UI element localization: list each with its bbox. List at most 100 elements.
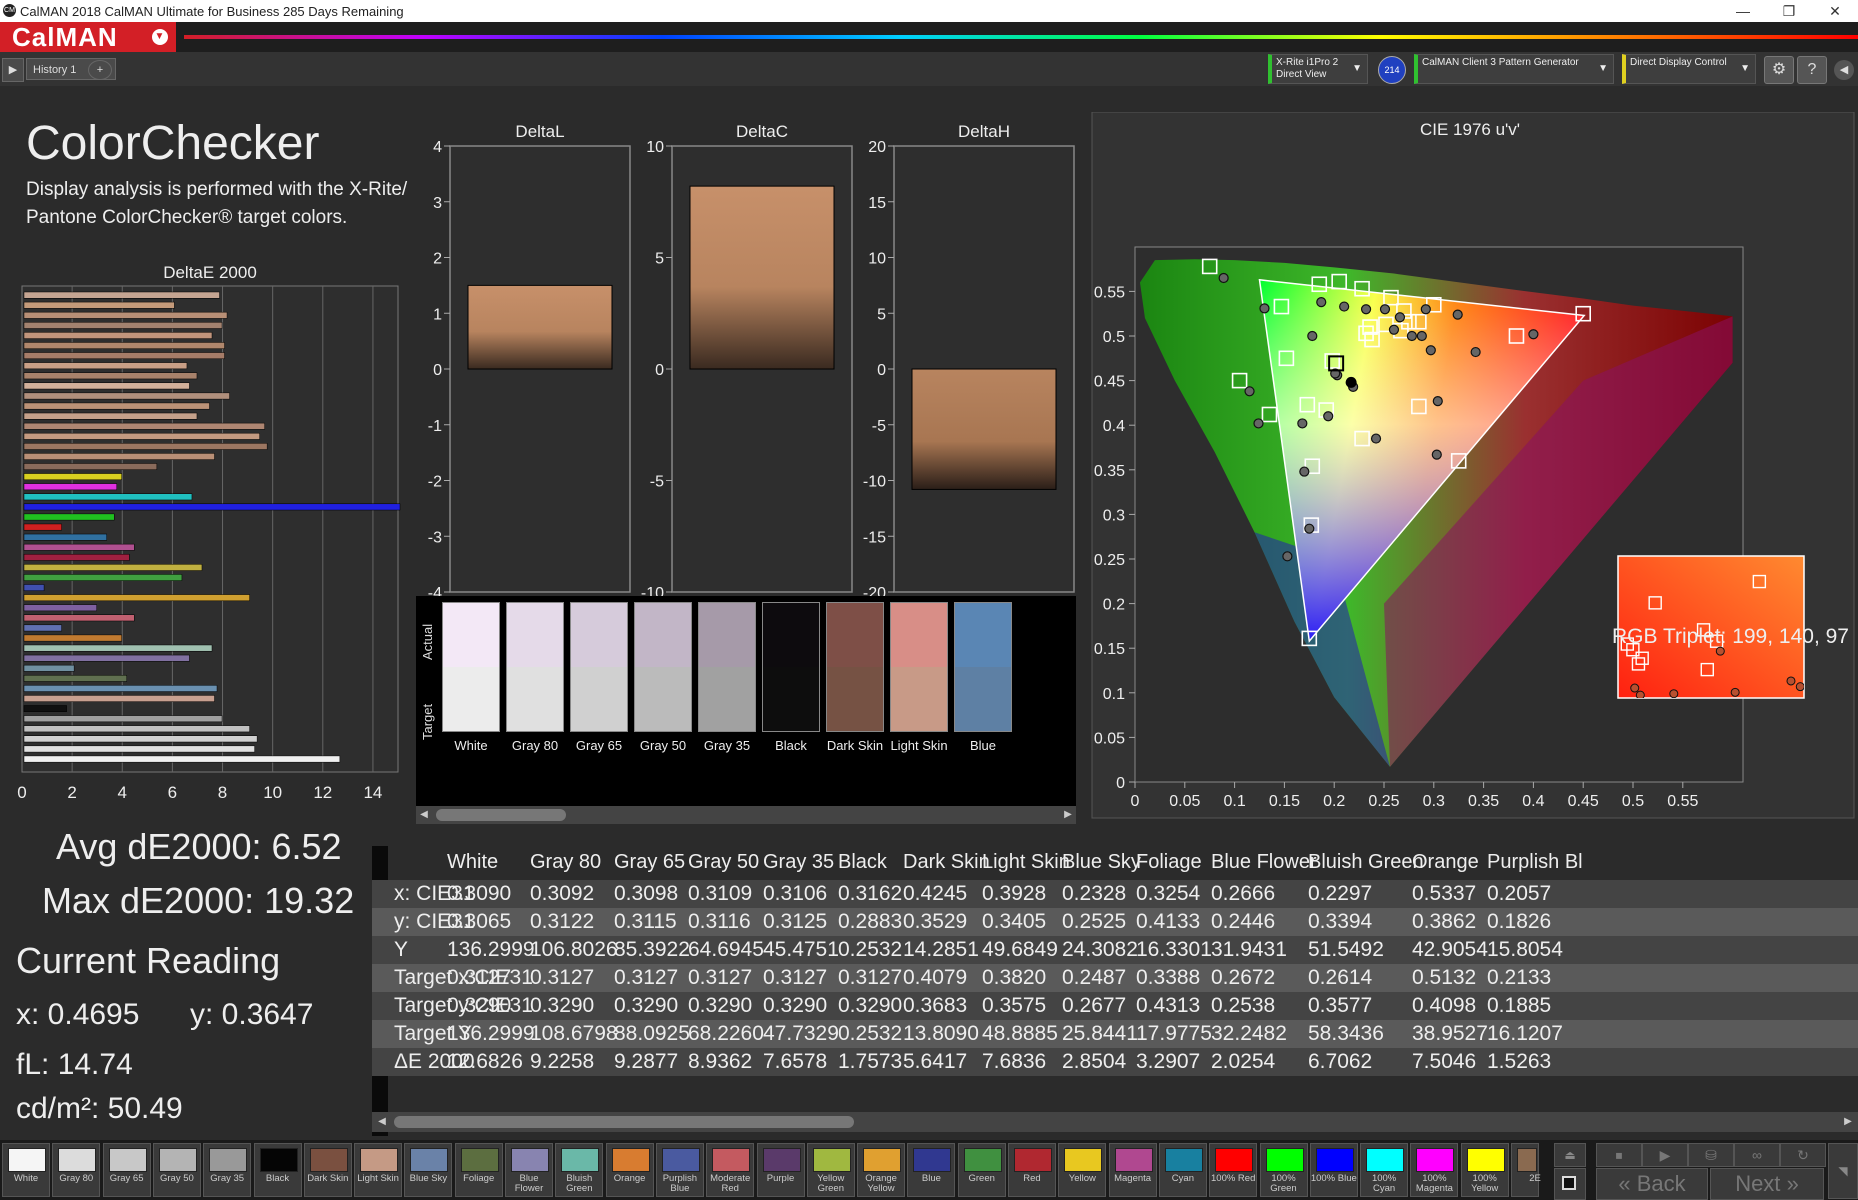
step-swatch[interactable]: Gray 35 [203, 1143, 252, 1197]
step-swatch[interactable]: Blue [907, 1143, 956, 1197]
step-swatch[interactable]: Foliage [454, 1143, 503, 1197]
gear-icon[interactable]: ⚙ [1764, 56, 1794, 84]
column-header: Gray 65 [614, 851, 686, 873]
comparison-swatch[interactable] [890, 602, 948, 732]
step-swatch[interactable]: Purplish Blue [655, 1143, 704, 1197]
step-swatch[interactable]: 100% Cyan [1360, 1143, 1409, 1197]
inset-actual-marker [1635, 690, 1645, 698]
scroll-right-icon[interactable]: ▶ [1840, 1112, 1856, 1132]
scroll-thumb[interactable] [394, 1116, 854, 1128]
comparison-swatch[interactable] [634, 602, 692, 732]
table-cell: 45.4751 [763, 938, 839, 961]
step-swatch[interactable]: 2E [1511, 1143, 1541, 1197]
meter-selector[interactable]: X-Rite i1Pro 2 Direct View ▼ [1268, 54, 1368, 84]
table-row: Y 136.2999 106.8026 85.3922 64.6945 45.4751 0.… [372, 936, 1858, 964]
step-swatch[interactable]: White [2, 1143, 50, 1197]
step-swatch[interactable]: Gray 65 [102, 1143, 151, 1197]
scroll-right-icon[interactable]: ▶ [1060, 806, 1076, 824]
step-swatch[interactable]: 100% Green [1259, 1143, 1308, 1197]
step-label: 100% Green [1270, 1173, 1297, 1194]
step-swatch[interactable]: Green [957, 1143, 1006, 1197]
minimize-button[interactable]: — [1720, 0, 1766, 22]
loop-icon[interactable]: ∞ [1734, 1143, 1780, 1167]
step-swatch[interactable]: Blue Flower [505, 1143, 553, 1197]
step-swatch[interactable]: Blue Sky [404, 1143, 453, 1197]
step-color [1517, 1148, 1537, 1172]
step-swatch[interactable]: 100% Red [1209, 1143, 1258, 1197]
comparison-swatch[interactable] [570, 602, 628, 732]
collapse-bottom-icon[interactable]: ◥ [1828, 1143, 1858, 1199]
step-color [1315, 1148, 1354, 1172]
step-swatch[interactable]: Red [1008, 1143, 1056, 1197]
step-swatch[interactable]: 100% Magenta [1410, 1143, 1459, 1197]
comparison-swatch[interactable] [698, 602, 756, 732]
table-cell: 0.3106 [763, 882, 828, 905]
step-swatch[interactable]: Cyan [1158, 1143, 1207, 1197]
table-cell: 0.4313 [1136, 994, 1201, 1017]
step-swatch[interactable]: 100% Yellow [1460, 1143, 1509, 1197]
step-swatch[interactable]: Orange [605, 1143, 654, 1197]
comparison-swatch[interactable] [954, 602, 1012, 732]
help-icon[interactable]: ? [1797, 56, 1827, 84]
maximize-button[interactable]: ❐ [1766, 0, 1812, 22]
step-swatch[interactable]: Gray 80 [52, 1143, 101, 1197]
step-swatch[interactable]: Black [253, 1143, 302, 1197]
comparison-swatch[interactable] [762, 602, 820, 732]
step-swatch[interactable]: Magenta [1108, 1143, 1157, 1197]
step-swatch[interactable]: Orange Yellow [857, 1143, 906, 1197]
delta-tick-label: 3 [433, 195, 442, 212]
actual-label-box: Actual [420, 610, 438, 670]
step-swatch[interactable]: Moderate Red [706, 1143, 755, 1197]
step-label: 100% Magenta [1415, 1173, 1453, 1194]
scroll-thumb[interactable] [436, 809, 566, 821]
table-cell: 5.6417 [903, 1050, 968, 1073]
table-cell: 24.3082 [1062, 938, 1138, 961]
delta-tick-label: 20 [868, 139, 886, 156]
step-swatch[interactable]: Light Skin [354, 1143, 403, 1197]
step-swatch[interactable]: Gray 50 [152, 1143, 201, 1197]
step-label: Dark Skin [307, 1173, 349, 1184]
play-icon[interactable]: ▶ [2, 58, 24, 82]
swatch-scrollbar[interactable]: ◀ ▶ [416, 806, 1076, 824]
eject-icon[interactable]: ⏏ [1554, 1143, 1586, 1167]
save-icon[interactable]: ⛁ [1688, 1143, 1734, 1167]
refresh-icon[interactable]: ↻ [1780, 1143, 1826, 1167]
table-scrollbar[interactable]: ◀ ▶ [372, 1112, 1858, 1132]
step-color [108, 1148, 147, 1172]
deltae-tick-label: 6 [168, 783, 177, 802]
actual-color [891, 603, 947, 667]
step-swatch[interactable]: Purple [756, 1143, 805, 1197]
cie-1976-chart: CIE 1976 u'v' 0 0.05 0.1 0.15 0.2 0.25 0.3 0.35… [1088, 112, 1858, 820]
next-button[interactable]: Next » [1710, 1168, 1824, 1200]
step-swatch[interactable]: Bluish Green [555, 1143, 604, 1197]
calman-menu-button[interactable]: CalMAN ▼ [0, 22, 176, 52]
play-icon[interactable]: ▶ [1642, 1143, 1688, 1167]
back-button[interactable]: « Back [1596, 1168, 1708, 1200]
pattern-generator-selector[interactable]: CalMAN Client 3 Pattern Generator ▼ [1414, 54, 1614, 84]
deltae-bar [23, 473, 123, 481]
comparison-swatch[interactable] [826, 602, 884, 732]
delta-tick-label: 5 [655, 251, 664, 268]
step-swatch[interactable]: 100% Blue [1309, 1143, 1358, 1197]
current-reading-marker [1345, 376, 1357, 388]
collapse-icon[interactable]: ◀ [1834, 60, 1854, 80]
stop-button[interactable] [1554, 1168, 1586, 1200]
swatch-panel: Actual Target White Gray 80 Gray 65 Gray 50… [416, 596, 1076, 806]
table-cell: 0.3862 [1412, 910, 1477, 933]
comparison-swatch[interactable] [442, 602, 500, 732]
table-cell: 64.6945 [688, 938, 764, 961]
display-control-selector[interactable]: Direct Display Control ▼ [1622, 54, 1756, 84]
step-swatch[interactable]: Yellow Green [806, 1143, 855, 1197]
add-tab-icon[interactable]: + [88, 60, 112, 80]
step-swatch[interactable]: Yellow [1058, 1143, 1107, 1197]
scroll-left-icon[interactable]: ◀ [416, 806, 432, 824]
meter-label: X-Rite i1Pro 2 Direct View [1276, 57, 1339, 80]
scroll-left-icon[interactable]: ◀ [374, 1112, 390, 1132]
delta-tick-label: 4 [433, 139, 442, 156]
step-swatch[interactable]: Dark Skin [303, 1143, 352, 1197]
comparison-swatch[interactable] [506, 602, 564, 732]
close-button[interactable]: ✕ [1812, 0, 1858, 22]
step-color [460, 1148, 499, 1172]
meter-badge[interactable]: 214 [1378, 56, 1406, 84]
stop-icon[interactable]: ⏹ [1596, 1143, 1642, 1167]
